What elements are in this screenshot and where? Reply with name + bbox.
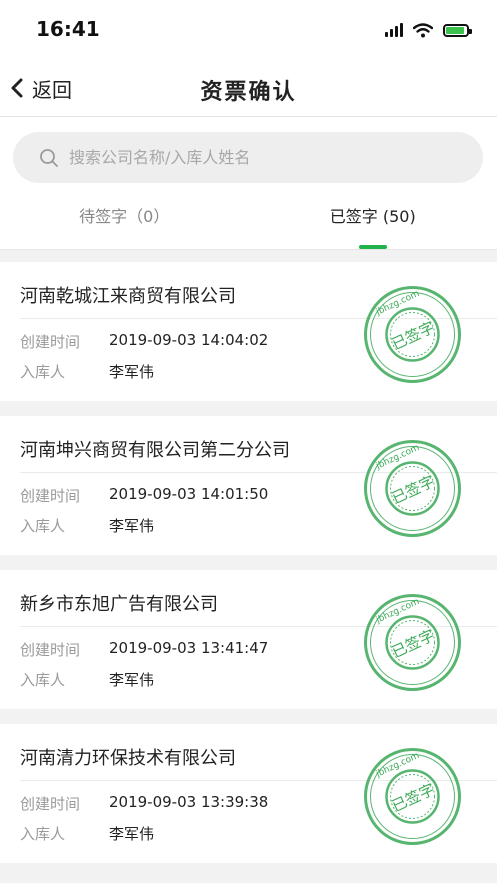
stocker-label: 入库人: [20, 825, 66, 843]
record-list: 河南乾城江来商贸有限公司 创建时间 2019-09-03 14:04:02 入库…: [0, 262, 497, 878]
created-time-label: 创建时间: [20, 641, 81, 659]
created-time-value: 2019-09-03 14:04:02: [109, 331, 269, 349]
created-time-value: 2019-09-03 13:41:47: [109, 639, 269, 657]
signed-stamp-icon: 已签字 jbhzg.com: [360, 436, 465, 541]
created-time-row: 创建时间 2019-09-03 14:01:50: [20, 485, 268, 506]
stocker-value: 李军伟: [109, 671, 155, 689]
stocker-row: 入库人 李军伟: [20, 515, 154, 536]
record-card[interactable]: 河南坤兴商贸有限公司第二分公司 创建时间 2019-09-03 14:01:50…: [0, 416, 497, 555]
company-name: 河南清力环保技术有限公司: [20, 748, 236, 769]
status-icons: [385, 20, 472, 40]
stocker-label: 入库人: [20, 363, 66, 381]
stocker-label: 入库人: [20, 517, 66, 535]
stamp-text: 已签字: [389, 626, 437, 661]
record-card[interactable]: 河南清力环保技术有限公司 创建时间 2019-09-03 13:39:38 入库…: [0, 724, 497, 863]
stamp-text: 已签字: [389, 472, 437, 507]
search-box[interactable]: [13, 132, 483, 183]
stocker-value: 李军伟: [109, 517, 155, 535]
created-time-label: 创建时间: [20, 795, 81, 813]
stocker-row: 入库人 李军伟: [20, 669, 154, 690]
created-time-value: 2019-09-03 13:39:38: [109, 793, 269, 811]
tab-pending[interactable]: 待签字（0）: [0, 197, 249, 249]
company-name: 河南乾城江来商贸有限公司: [20, 286, 236, 307]
tab-bar: 待签字（0） 已签字 (50): [0, 197, 497, 250]
created-time-row: 创建时间 2019-09-03 14:04:02: [20, 331, 268, 352]
created-time-label: 创建时间: [20, 487, 81, 505]
created-time-label: 创建时间: [20, 333, 81, 351]
status-bar: 16:41: [0, 0, 497, 60]
signed-stamp-icon: 已签字 jbhzg.com: [360, 282, 465, 387]
tab-signed[interactable]: 已签字 (50): [249, 197, 497, 249]
status-time: 16:41: [36, 17, 100, 41]
stocker-value: 李军伟: [109, 363, 155, 381]
company-name: 河南坤兴商贸有限公司第二分公司: [20, 440, 290, 461]
nav-bar: 返回 资票确认: [0, 60, 497, 117]
created-time-row: 创建时间 2019-09-03 13:39:38: [20, 793, 268, 814]
company-name: 新乡市东旭广告有限公司: [20, 594, 218, 615]
search-icon: [39, 148, 59, 168]
signal-icon: [385, 23, 403, 37]
stocker-value: 李军伟: [109, 825, 155, 843]
page-title: 资票确认: [200, 80, 297, 105]
wifi-icon: [413, 22, 433, 37]
created-time-value: 2019-09-03 14:01:50: [109, 485, 269, 503]
search-area: [0, 117, 497, 197]
stocker-label: 入库人: [20, 671, 66, 689]
record-card[interactable]: 河南乾城江来商贸有限公司 创建时间 2019-09-03 14:04:02 入库…: [0, 262, 497, 401]
stocker-row: 入库人 李军伟: [20, 823, 154, 844]
created-time-row: 创建时间 2019-09-03 13:41:47: [20, 639, 268, 660]
stamp-text: 已签字: [389, 318, 437, 353]
stocker-row: 入库人 李军伟: [20, 361, 154, 382]
signed-stamp-icon: 已签字 jbhzg.com: [360, 590, 465, 695]
signed-stamp-icon: 已签字 jbhzg.com: [360, 744, 465, 849]
record-card[interactable]: 新乡市东旭广告有限公司 创建时间 2019-09-03 13:41:47 入库人…: [0, 570, 497, 709]
stamp-text: 已签字: [389, 780, 437, 815]
battery-icon: [443, 23, 472, 37]
search-input[interactable]: [67, 147, 483, 168]
